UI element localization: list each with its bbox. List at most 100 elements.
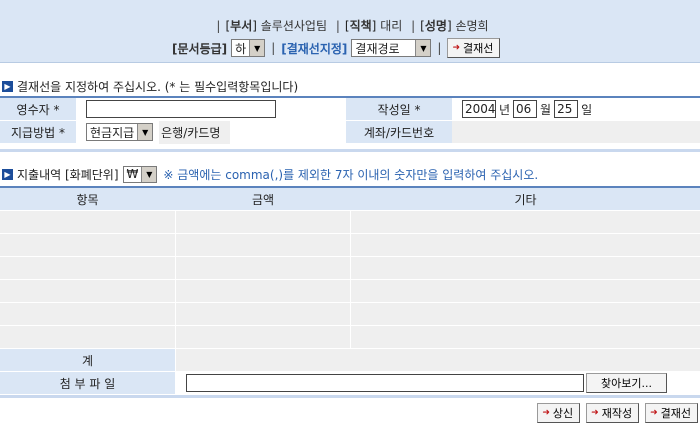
- arrow-right-icon: ➜: [452, 43, 460, 53]
- form-row-payment: 지급방법 * 현금지급 ▼ 은행/카드명 계좌/카드번호: [0, 120, 700, 144]
- table-row: [0, 211, 700, 234]
- section-divider: [0, 395, 700, 398]
- attachment-input[interactable]: [186, 374, 584, 392]
- arrow-right-icon: ➜: [542, 408, 550, 418]
- day-unit: 일: [581, 102, 593, 117]
- browse-button[interactable]: 찾아보기...: [586, 373, 667, 393]
- position-label: 직책: [349, 19, 372, 33]
- submit-button[interactable]: ➜ 상신: [537, 403, 581, 423]
- account-label: 계좌/카드번호: [346, 121, 452, 143]
- separator: |: [271, 41, 276, 55]
- currency-value: ₩: [126, 167, 139, 181]
- column-header-amount: 금액: [251, 192, 275, 207]
- amount-cell[interactable]: [176, 280, 350, 302]
- approver-label: [결재선지정]: [281, 41, 348, 56]
- table-row: [0, 280, 700, 303]
- item-cell[interactable]: [0, 280, 175, 302]
- approver-line-button[interactable]: ➜ 결재선: [645, 403, 698, 423]
- item-cell[interactable]: [0, 326, 175, 348]
- chevron-down-icon[interactable]: ▼: [141, 166, 157, 182]
- amount-cell[interactable]: [176, 234, 350, 256]
- chevron-down-icon[interactable]: ▼: [415, 40, 431, 56]
- footer-actions: ➜ 상신 ➜ 재작성 ➜ 결재선: [537, 403, 698, 423]
- year-unit: 년: [499, 102, 511, 117]
- grid-header: 항목 금액 기타: [0, 188, 700, 211]
- table-row: [0, 326, 700, 349]
- rewrite-button[interactable]: ➜ 재작성: [586, 403, 640, 423]
- chevron-down-icon[interactable]: ▼: [137, 124, 153, 140]
- other-cell[interactable]: [351, 303, 700, 325]
- amount-notice: ※ 금액에는 comma(,)를 제외한 7자 이내의 숫자만을 입력하여 주십…: [163, 167, 539, 182]
- receiver-input[interactable]: [86, 100, 276, 118]
- date-label: 작성일 *: [346, 98, 452, 120]
- total-label: 계: [0, 349, 175, 371]
- item-cell[interactable]: [0, 303, 175, 325]
- other-cell[interactable]: [351, 257, 700, 279]
- month-unit: 월: [540, 102, 552, 117]
- approval-route-value: 결재경로: [355, 41, 400, 56]
- amount-cell[interactable]: [176, 257, 350, 279]
- position-value: 대리: [380, 19, 403, 33]
- expense-grid: 항목 금액 기타 계 첨 부 파 일 찾아보기...: [0, 186, 700, 395]
- arrow-right-icon: ➜: [650, 408, 658, 418]
- total-value-cell: [176, 349, 700, 371]
- chevron-down-icon[interactable]: ▼: [249, 40, 265, 56]
- amount-cell[interactable]: [176, 211, 350, 233]
- column-header-other: 기타: [514, 192, 537, 207]
- column-header-item: 항목: [76, 192, 99, 207]
- separator: |: [411, 19, 416, 33]
- other-cell[interactable]: [351, 211, 700, 233]
- date-cell: 2004 년 06 월 25 일: [452, 98, 700, 120]
- doc-grade-label: [문서등급]: [172, 41, 228, 56]
- table-row: [0, 257, 700, 280]
- approver-button[interactable]: ➜ 결재선: [447, 38, 501, 58]
- currency-select[interactable]: ₩ ▼: [122, 165, 158, 183]
- other-cell[interactable]: [351, 280, 700, 302]
- year-input[interactable]: 2004: [462, 100, 496, 118]
- name-value: 손명희: [455, 19, 489, 33]
- payment-cell: 현금지급 ▼ 은행/카드명: [76, 120, 346, 144]
- separator: |: [335, 19, 340, 33]
- doc-grade-value: 하: [235, 41, 247, 56]
- item-cell[interactable]: [0, 211, 175, 233]
- dept-label: 부서: [230, 19, 253, 33]
- separator: |: [216, 19, 221, 33]
- day-input[interactable]: 25: [554, 100, 579, 118]
- total-row: 계: [0, 349, 700, 372]
- amount-cell[interactable]: [176, 326, 350, 348]
- attachment-cell: 찾아보기...: [176, 372, 700, 394]
- table-row: [0, 303, 700, 326]
- arrow-right-icon: ➜: [591, 408, 599, 418]
- section-divider: [0, 149, 700, 152]
- name-label: 성명: [424, 19, 447, 33]
- attachment-label: 첨 부 파 일: [0, 372, 175, 394]
- approval-route-select[interactable]: 결재경로 ▼: [351, 39, 432, 57]
- header-panel: | [부서] 솔루션사업팀 | [직책] 대리 | [성명] 손명희 [문서등급] 하…: [0, 0, 700, 63]
- arrow-bullet-icon: ▶: [2, 168, 13, 180]
- section2-title: ▶ 지출내역 [화폐단위] ₩ ▼ ※ 금액에는 comma(,)를 제외한 7…: [2, 165, 539, 183]
- doc-grade-select[interactable]: 하 ▼: [231, 39, 266, 57]
- table-row: [0, 234, 700, 257]
- separator: |: [437, 41, 442, 55]
- attachment-row: 첨 부 파 일 찾아보기...: [0, 372, 700, 395]
- item-cell[interactable]: [0, 234, 175, 256]
- dept-value: 솔루션사업팀: [260, 19, 328, 33]
- section1-title: ▶ 결재선을 지정하여 주십시오. (* 는 필수입력항목입니다): [2, 78, 298, 94]
- doc-options-row: [문서등급] 하 ▼ | [결재선지정] 결재경로 ▼ | ➜ 결재선: [172, 38, 501, 58]
- info-form: 영수자 * 작성일 * 2004 년 06 월 25 일 지급방법 * 현금지급…: [0, 96, 700, 144]
- form-row-receiver: 영수자 * 작성일 * 2004 년 06 월 25 일: [0, 98, 700, 121]
- payment-select[interactable]: 현금지급 ▼: [86, 123, 154, 141]
- month-input[interactable]: 06: [513, 100, 538, 118]
- other-cell[interactable]: [351, 326, 700, 348]
- bank-label: 은행/카드명: [159, 120, 231, 144]
- payment-label: 지급방법 *: [0, 121, 76, 143]
- payment-value: 현금지급: [90, 125, 135, 140]
- receiver-cell: [76, 98, 346, 120]
- other-cell[interactable]: [351, 234, 700, 256]
- arrow-bullet-icon: ▶: [2, 80, 13, 92]
- user-info-row: | [부서] 솔루션사업팀 | [직책] 대리 | [성명] 손명희: [216, 19, 489, 33]
- item-cell[interactable]: [0, 257, 175, 279]
- amount-cell[interactable]: [176, 303, 350, 325]
- account-cell[interactable]: [452, 121, 700, 143]
- receiver-label: 영수자 *: [0, 98, 76, 120]
